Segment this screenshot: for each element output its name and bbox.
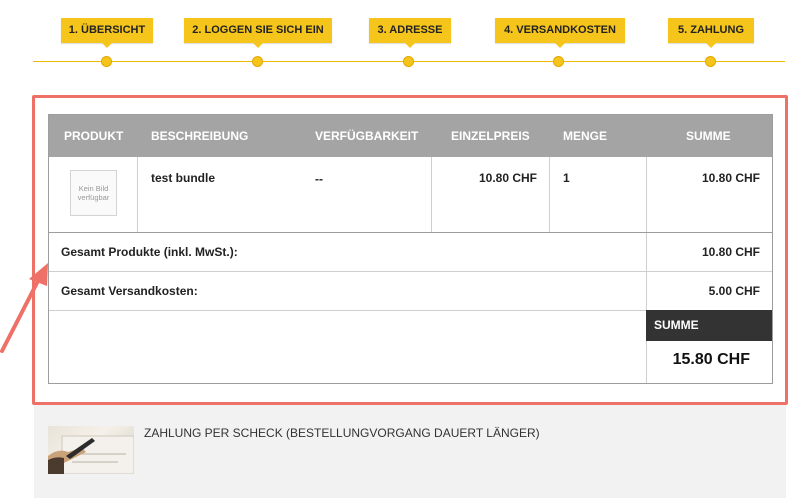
item-description[interactable]: test bundle <box>151 171 215 185</box>
step-overview-label[interactable]: 1. ÜBERSICHT <box>61 18 153 48</box>
item-unit-price: 10.80 CHF <box>478 171 537 185</box>
header-product: PRODUKT <box>64 129 124 143</box>
step-address-dot <box>403 56 414 67</box>
divider <box>549 157 550 232</box>
header-description: BESCHREIBUNG <box>151 129 249 143</box>
divider <box>137 157 138 232</box>
total-shipping-value: 5.00 CHF <box>708 284 760 298</box>
payment-option-label[interactable]: ZAHLUNG PER SCHECK (BESTELLUNGVORGANG DA… <box>144 426 540 440</box>
cheque-payment-image <box>48 426 134 474</box>
step-payment-dot <box>705 56 716 67</box>
total-shipping-label: Gesamt Versandkosten: <box>61 284 198 298</box>
divider <box>431 157 432 232</box>
cart-summary-table: PRODUKT BESCHREIBUNG VERFÜGBARKEIT EINZE… <box>48 114 773 384</box>
annotation-arrow-icon <box>0 263 48 353</box>
step-shipping-dot <box>553 56 564 67</box>
divider <box>49 232 772 233</box>
header-availability: VERFÜGBARKEIT <box>315 129 419 143</box>
divider <box>646 157 647 383</box>
step-login-dot <box>252 56 263 67</box>
step-login-label[interactable]: 2. LOGGEN SIE SICH EIN <box>184 18 332 48</box>
step-shipping-label[interactable]: 4. VERSANDKOSTEN <box>495 18 625 48</box>
item-total: 10.80 CHF <box>701 171 760 185</box>
step-overview-dot <box>101 56 112 67</box>
total-products-label: Gesamt Produkte (inkl. MwSt.): <box>61 245 238 259</box>
product-image-placeholder: Kein Bild verfügbar <box>70 170 117 216</box>
grand-total-value: 15.80 CHF <box>672 351 750 368</box>
divider <box>49 310 646 311</box>
total-products-value: 10.80 CHF <box>701 245 760 259</box>
divider <box>49 271 772 272</box>
header-total: SUMME <box>686 129 731 143</box>
step-payment-label[interactable]: 5. ZAHLUNG <box>668 18 754 48</box>
header-quantity: MENGE <box>563 129 608 143</box>
step-address-label[interactable]: 3. ADRESSE <box>369 18 451 48</box>
checkout-steps: 1. ÜBERSICHT 2. LOGGEN SIE SICH EIN 3. A… <box>0 0 797 90</box>
item-quantity: 1 <box>563 171 570 185</box>
cart-table-header: PRODUKT BESCHREIBUNG VERFÜGBARKEIT EINZE… <box>49 115 772 157</box>
item-availability: -- <box>315 172 323 186</box>
grand-total-label: SUMME <box>646 310 772 341</box>
header-unit-price: EINZELPREIS <box>451 129 530 143</box>
payment-option-cheque[interactable]: ZAHLUNG PER SCHECK (BESTELLUNGVORGANG DA… <box>34 405 786 498</box>
